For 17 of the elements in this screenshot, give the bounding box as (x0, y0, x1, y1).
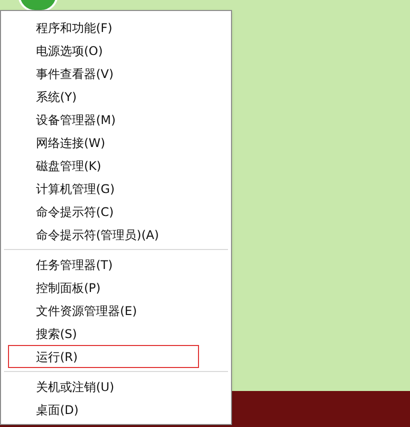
menu-item[interactable]: 运行(R) (8, 345, 199, 368)
menu-item[interactable]: 网络连接(W) (8, 131, 199, 154)
menu-item[interactable]: 桌面(D) (8, 398, 199, 421)
menu-item[interactable]: 文件资源管理器(E) (8, 299, 199, 322)
menu-item[interactable]: 电源选项(O) (8, 39, 199, 62)
menu-item[interactable]: 计算机管理(G) (8, 177, 199, 200)
menu-item[interactable]: 任务管理器(T) (8, 253, 199, 276)
menu-item[interactable]: 系统(Y) (8, 85, 199, 108)
menu-item[interactable]: 程序和功能(F) (8, 16, 199, 39)
menu-item[interactable]: 搜索(S) (8, 322, 199, 345)
menu-item[interactable]: 关机或注销(U) (8, 375, 199, 398)
menu-item[interactable]: 命令提示符(管理员)(A) (8, 223, 199, 246)
menu-item[interactable]: 设备管理器(M) (8, 108, 199, 131)
menu-item[interactable]: 命令提示符(C) (8, 200, 199, 223)
menu-item[interactable]: 事件查看器(V) (8, 62, 199, 85)
menu-item[interactable]: 控制面板(P) (8, 276, 199, 299)
menu-item[interactable]: 磁盘管理(K) (8, 154, 199, 177)
